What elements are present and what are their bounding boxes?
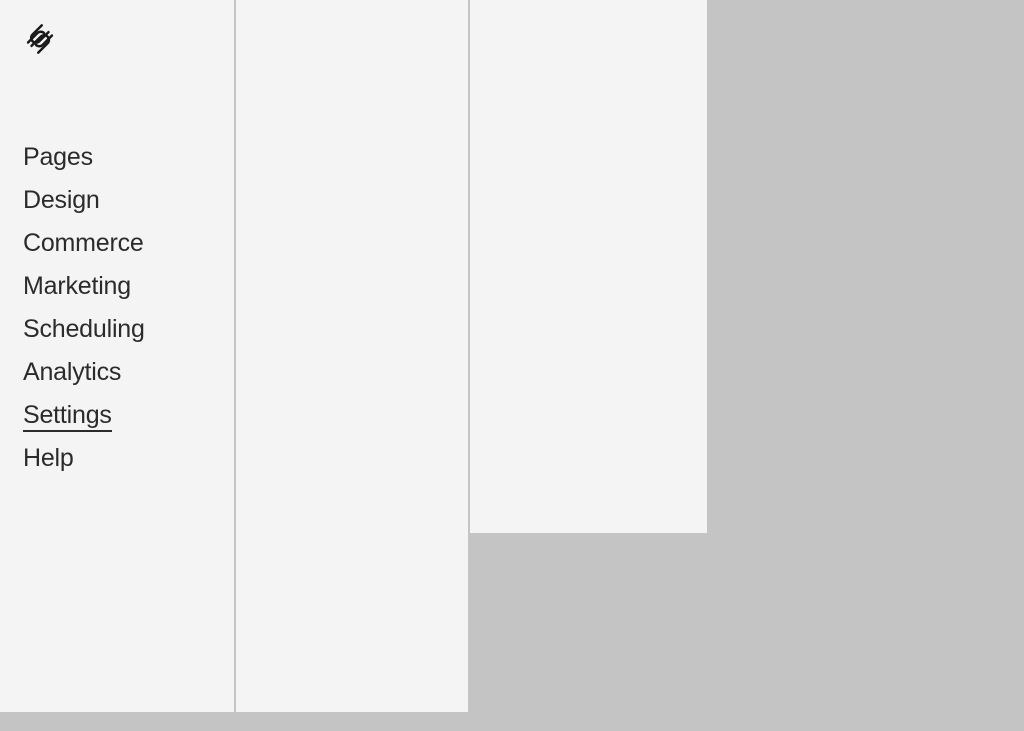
advanced-panel: Settings Advanced External API KeysDevel… xyxy=(470,0,707,533)
settings-panel: Home Settings Site AvailabilityLanguage … xyxy=(236,0,468,712)
nav-item-commerce[interactable]: Commerce xyxy=(23,231,144,260)
squarespace-logo-icon[interactable] xyxy=(23,22,57,56)
nav-item-design[interactable]: Design xyxy=(23,188,100,217)
nav-item-marketing[interactable]: Marketing xyxy=(23,274,131,303)
nav-item-settings[interactable]: Settings xyxy=(23,403,112,432)
nav-item-analytics[interactable]: Analytics xyxy=(23,360,121,389)
nav-item-help[interactable]: Help xyxy=(23,446,74,475)
app-root: Pages Design Commerce Marketing Scheduling An… xyxy=(0,0,1024,731)
nav-item-scheduling[interactable]: Scheduling xyxy=(23,317,145,346)
primary-nav: Pages Design Commerce Marketing Scheduling An… xyxy=(23,145,234,489)
nav-item-pages[interactable]: Pages xyxy=(23,145,93,174)
primary-sidebar: Pages Design Commerce Marketing Scheduling An… xyxy=(0,0,234,712)
